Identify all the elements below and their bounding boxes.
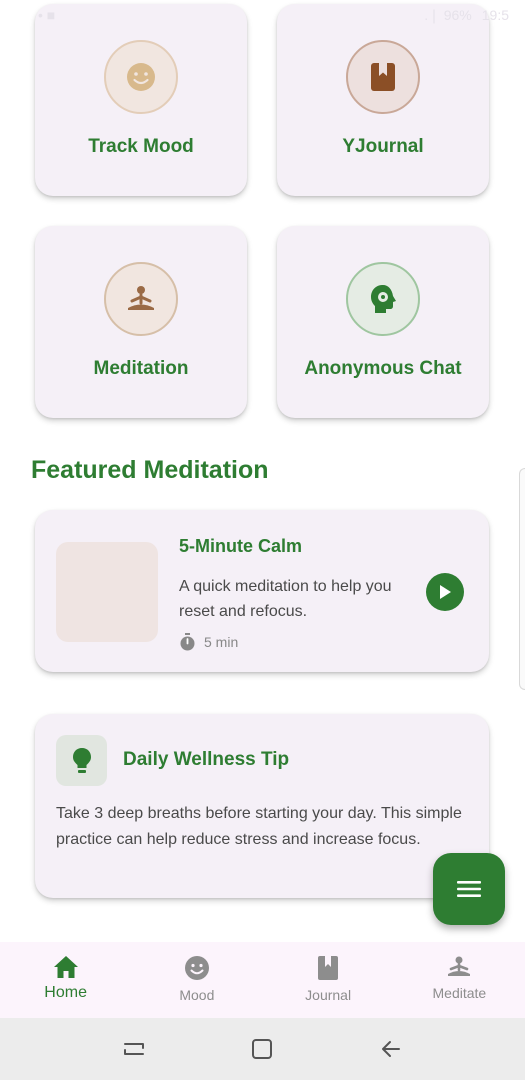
- play-icon: [440, 585, 451, 599]
- timer-icon: [180, 633, 195, 651]
- mood-icon-circle: [104, 40, 178, 114]
- duration-text: 5 min: [204, 634, 239, 650]
- meditation-icon-circle: [104, 262, 178, 336]
- featured-meditation-heading: Featured Meditation: [31, 456, 269, 484]
- tip-title: Daily Wellness Tip: [123, 749, 290, 770]
- home-system-button[interactable]: [242, 1029, 282, 1069]
- meditation-person-icon: [448, 956, 471, 976]
- home-square-icon: [252, 1039, 273, 1059]
- menu-fab[interactable]: [433, 853, 505, 925]
- tip-body: Take 3 deep breaths before starting your…: [56, 805, 462, 848]
- menu-icon: [457, 881, 481, 897]
- wellness-tip-card: Daily Wellness Tip Take 3 deep breaths b…: [35, 714, 489, 898]
- meditation-duration: 5 min: [179, 633, 238, 651]
- featured-meditation-card[interactable]: 5-Minute Calm A quick meditation to help…: [35, 510, 489, 672]
- back-arrow-icon: [381, 1041, 400, 1057]
- journal-book-icon: [318, 956, 339, 980]
- nav-meditate[interactable]: Meditate: [394, 942, 525, 1018]
- smiley-icon: [127, 63, 155, 91]
- track-mood-label: Track Mood: [88, 136, 194, 157]
- meditation-card[interactable]: Meditation: [35, 226, 247, 418]
- journal-label: YJournal: [342, 136, 424, 157]
- nav-journal[interactable]: Journal: [263, 942, 394, 1018]
- nav-home[interactable]: Home: [0, 942, 131, 1018]
- recents-button[interactable]: [114, 1029, 154, 1069]
- play-button[interactable]: [426, 573, 464, 611]
- status-bar: • ■ .❘ 96% 19:5: [0, 0, 525, 30]
- back-button[interactable]: [371, 1029, 411, 1069]
- journal-card[interactable]: YJournal: [277, 4, 489, 196]
- system-nav-bar: [0, 1018, 525, 1080]
- meditation-title: 5-Minute Calm: [179, 536, 303, 556]
- nav-mood[interactable]: Mood: [131, 942, 262, 1018]
- meditation-description: A quick meditation to help you reset and…: [179, 578, 392, 620]
- status-time: 19:5: [481, 7, 509, 23]
- side-edge-handle[interactable]: [519, 468, 525, 690]
- nav-journal-label: Journal: [305, 987, 352, 1003]
- meditation-person-icon: [128, 286, 154, 310]
- journal-icon-circle: [346, 40, 420, 114]
- status-notifications: • ■: [38, 7, 56, 23]
- meditation-label: Meditation: [93, 358, 189, 379]
- anonymous-chat-label: Anonymous Chat: [304, 358, 462, 379]
- nav-home-label: Home: [44, 984, 87, 1001]
- track-mood-card[interactable]: Track Mood: [35, 4, 247, 196]
- meditation-thumbnail: [56, 542, 158, 642]
- tip-icon-box: [56, 735, 107, 786]
- chat-icon-circle: [346, 262, 420, 336]
- bottom-nav: Home Mood Journal Meditate: [0, 942, 525, 1018]
- home-icon: [53, 956, 78, 978]
- smiley-icon: [184, 956, 209, 980]
- recents-icon: [124, 1043, 145, 1055]
- status-right: .❘ 96% 19:5: [424, 7, 509, 24]
- nav-mood-label: Mood: [179, 987, 215, 1003]
- anonymous-chat-card[interactable]: Anonymous Chat: [277, 226, 489, 418]
- status-signal-battery: .❘ 96%: [424, 6, 472, 23]
- nav-meditate-label: Meditate: [432, 985, 487, 1001]
- lightbulb-icon: [72, 747, 91, 773]
- head-gear-icon: [371, 285, 396, 313]
- journal-book-icon: [371, 63, 395, 91]
